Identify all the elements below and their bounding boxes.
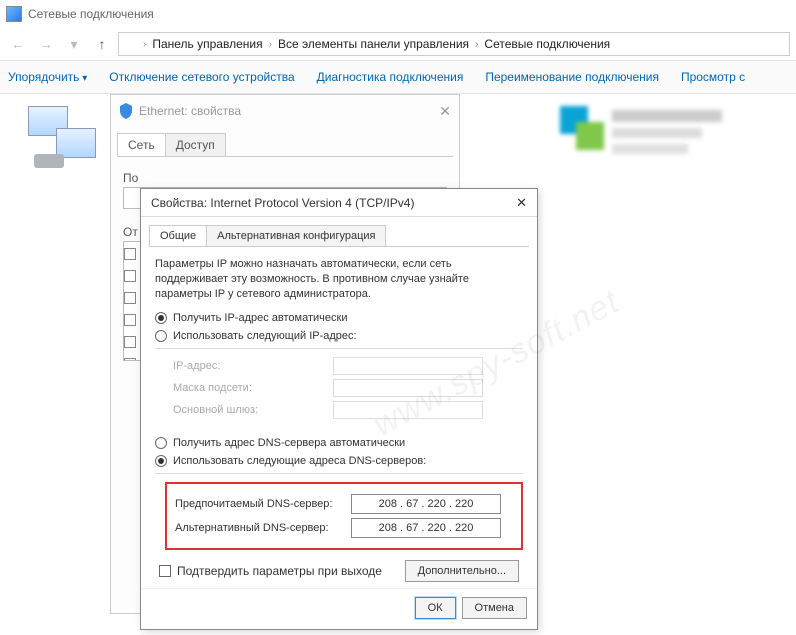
- eth-tabs: Сеть Доступ: [117, 133, 453, 157]
- window-icon: [6, 6, 22, 22]
- nav-up-button[interactable]: ▾: [62, 32, 86, 56]
- preferred-dns-row: Предпочитаемый DNS-сервер: 208 . 67 . 22…: [175, 494, 513, 514]
- shield-icon: [119, 103, 133, 119]
- nav-row: ← → ▾ ↑ › Панель управления › Все элемен…: [0, 28, 796, 60]
- cancel-button[interactable]: Отмена: [462, 597, 527, 619]
- ipv4-tabs: Общие Альтернативная конфигурация: [149, 225, 529, 247]
- chevron-right-icon: ›: [267, 39, 274, 50]
- window-titlebar: Сетевые подключения: [0, 0, 796, 28]
- alternate-dns-input[interactable]: 208 . 67 . 220 . 220: [351, 518, 501, 538]
- nav-forward-button[interactable]: →: [34, 32, 58, 56]
- window-title: Сетевые подключения: [28, 7, 154, 21]
- breadcrumb-seg[interactable]: Все элементы панели управления: [278, 37, 469, 51]
- rename-button[interactable]: Переименование подключения: [485, 70, 659, 84]
- dns-highlight-box: Предпочитаемый DNS-сервер: 208 . 67 . 22…: [165, 482, 523, 550]
- command-bar: Упорядочить Отключение сетевого устройст…: [0, 60, 796, 94]
- blurred-adapter: [560, 106, 720, 170]
- nav-back-button[interactable]: ←: [6, 32, 30, 56]
- disable-device-button[interactable]: Отключение сетевого устройства: [109, 70, 294, 84]
- dialog-titlebar: Ethernet: свойства ✕: [111, 95, 459, 127]
- radio-manual-ip[interactable]: Использовать следующий IP-адрес:: [155, 330, 523, 342]
- breadcrumb-seg[interactable]: Панель управления: [152, 37, 262, 51]
- radio-auto-ip[interactable]: Получить IP-адрес автоматически: [155, 312, 523, 324]
- dialog-title: Ethernet: свойства: [139, 104, 241, 118]
- gateway-field: Основной шлюз:: [173, 401, 523, 419]
- radio-icon: [155, 437, 167, 449]
- connect-using-label: По: [123, 171, 447, 185]
- tab-general[interactable]: Общие: [149, 225, 207, 246]
- ipv4-properties-dialog: Свойства: Internet Protocol Version 4 (T…: [140, 188, 538, 630]
- tab-sharing[interactable]: Доступ: [165, 133, 226, 156]
- radio-icon: [155, 455, 167, 467]
- mask-input: [333, 379, 483, 397]
- description-text: Параметры IP можно назначать автоматичес…: [155, 257, 523, 302]
- ip-address-field: IP-адрес:: [173, 357, 523, 375]
- radio-label: Использовать следующие адреса DNS-сервер…: [173, 455, 426, 467]
- validate-label: Подтвердить параметры при выходе: [177, 564, 382, 578]
- preferred-dns-input[interactable]: 208 . 67 . 220 . 220: [351, 494, 501, 514]
- network-adapter-icon[interactable]: [28, 106, 100, 170]
- breadcrumb[interactable]: › Панель управления › Все элементы панел…: [118, 32, 790, 56]
- dialog-titlebar: Свойства: Internet Protocol Version 4 (T…: [141, 189, 537, 217]
- subnet-mask-field: Маска подсети:: [173, 379, 523, 397]
- close-icon[interactable]: ✕: [516, 195, 527, 211]
- close-icon[interactable]: ✕: [439, 103, 451, 120]
- tab-alternate[interactable]: Альтернативная конфигурация: [206, 225, 386, 246]
- breadcrumb-seg[interactable]: Сетевые подключения: [484, 37, 610, 51]
- nav-up-level-button[interactable]: ↑: [90, 32, 114, 56]
- path-icon: [123, 37, 137, 51]
- chevron-right-icon: ›: [141, 39, 148, 50]
- dialog-title: Свойства: Internet Protocol Version 4 (T…: [151, 196, 414, 210]
- gateway-input: [333, 401, 483, 419]
- ip-input: [333, 357, 483, 375]
- chevron-right-icon: ›: [473, 39, 480, 50]
- radio-icon: [155, 330, 167, 342]
- diagnose-button[interactable]: Диагностика подключения: [317, 70, 464, 84]
- content-area: Ethernet: свойства ✕ Сеть Доступ По От С…: [0, 94, 796, 634]
- ok-button[interactable]: ОК: [415, 597, 456, 619]
- radio-auto-dns[interactable]: Получить адрес DNS-сервера автоматически: [155, 437, 523, 449]
- radio-label: Использовать следующий IP-адрес:: [173, 330, 357, 342]
- advanced-button[interactable]: Дополнительно...: [405, 560, 519, 582]
- alternate-dns-row: Альтернативный DNS-сервер: 208 . 67 . 22…: [175, 518, 513, 538]
- radio-manual-dns[interactable]: Использовать следующие адреса DNS-сервер…: [155, 455, 523, 467]
- dialog-buttons: ОК Отмена: [141, 588, 537, 629]
- radio-label: Получить IP-адрес автоматически: [173, 312, 347, 324]
- organize-menu[interactable]: Упорядочить: [8, 70, 87, 84]
- radio-icon: [155, 312, 167, 324]
- view-status-button[interactable]: Просмотр с: [681, 70, 745, 84]
- radio-label: Получить адрес DNS-сервера автоматически: [173, 437, 405, 449]
- validate-checkbox[interactable]: [159, 565, 171, 577]
- tab-network[interactable]: Сеть: [117, 133, 166, 156]
